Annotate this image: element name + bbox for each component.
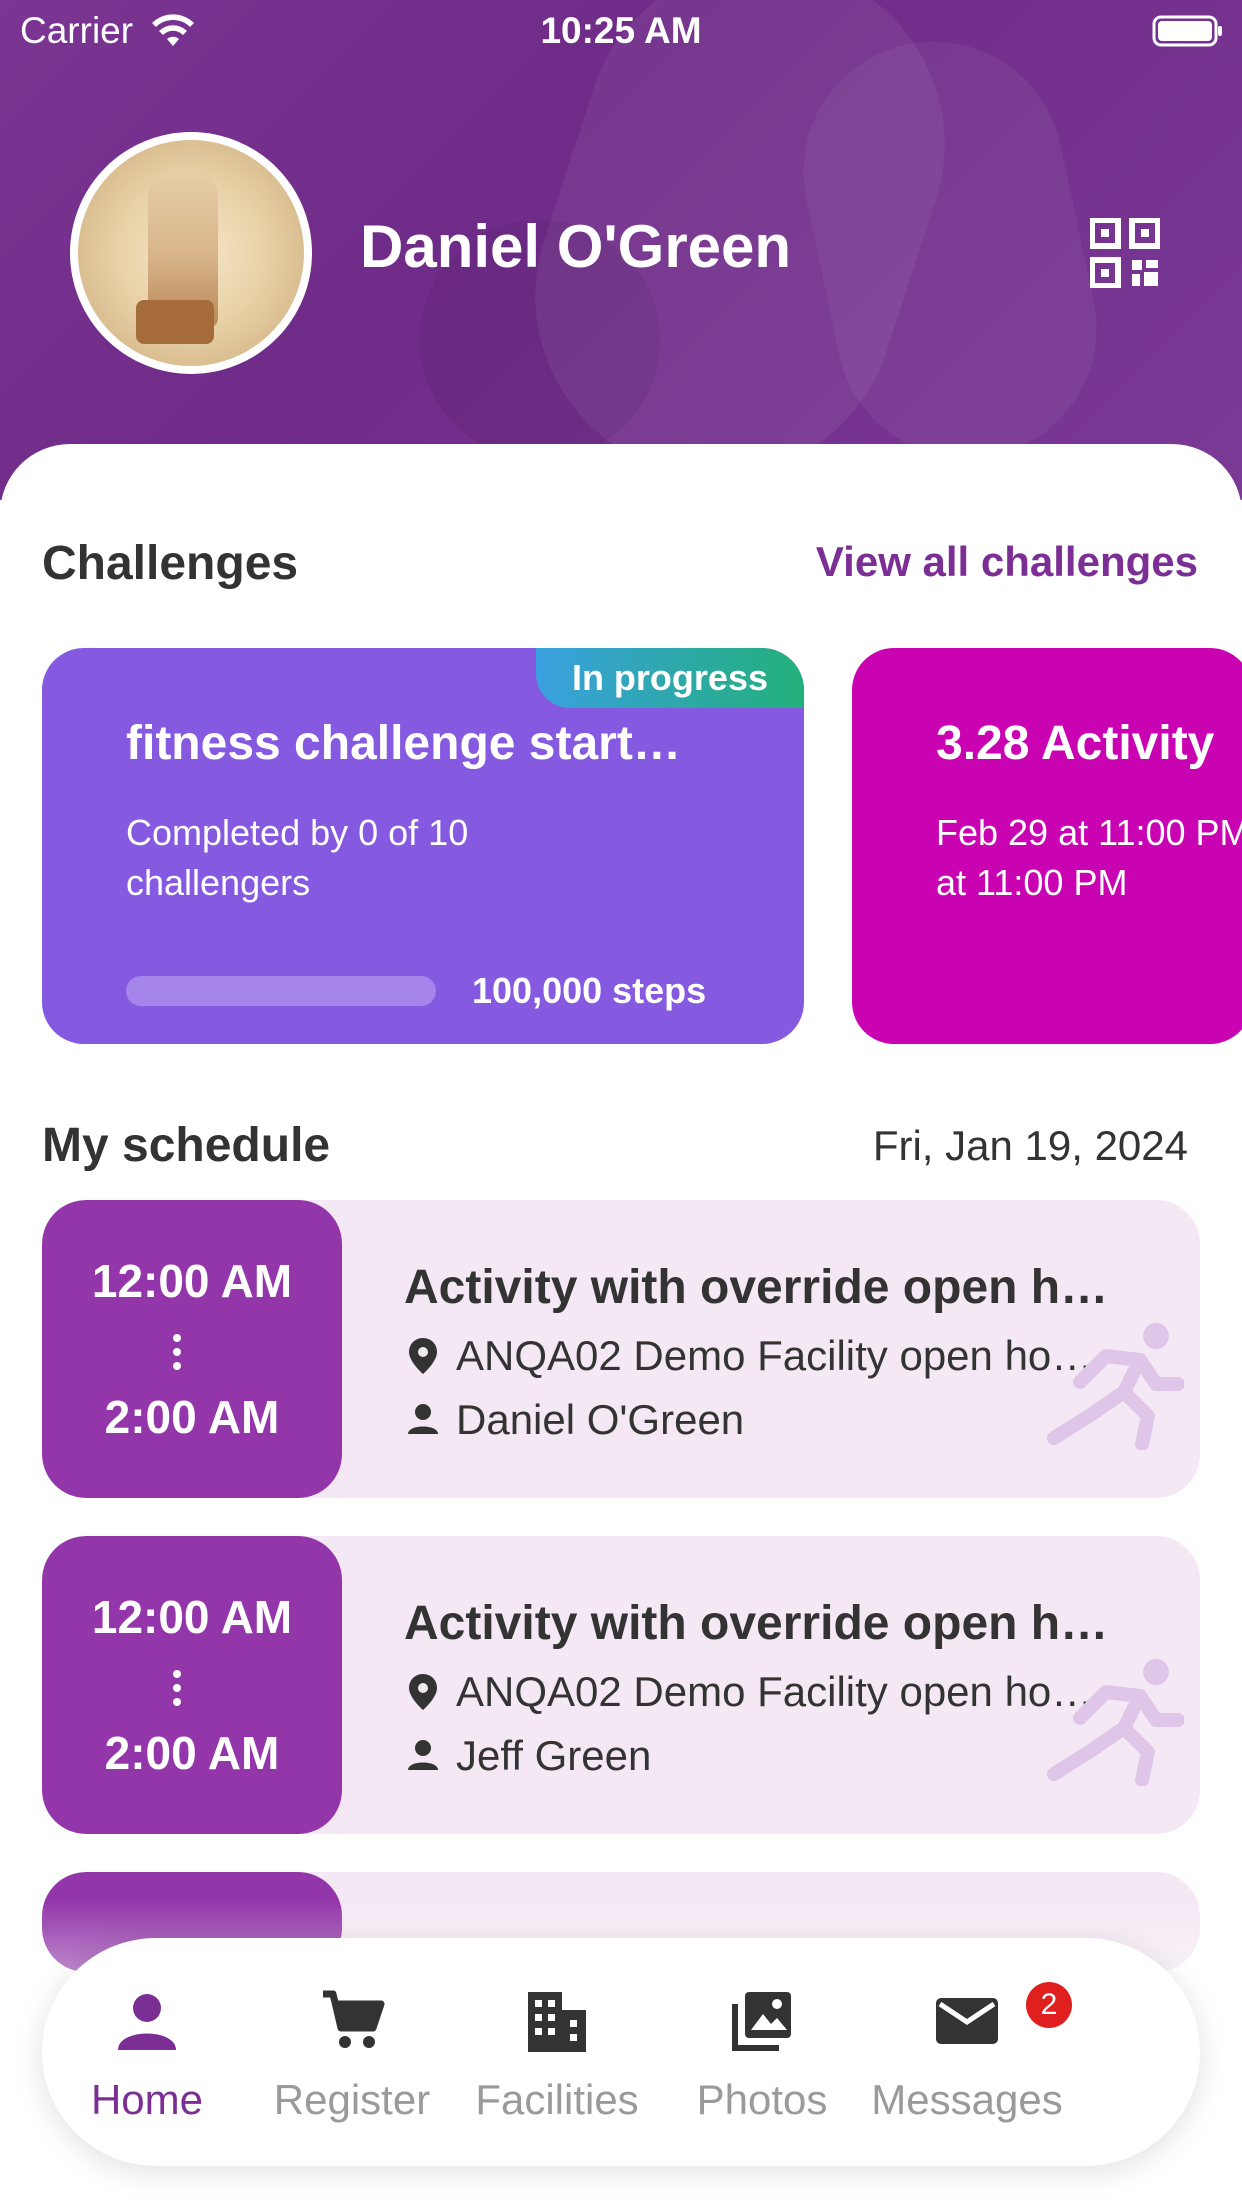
nav-photos[interactable]: Photos <box>657 1938 867 2166</box>
profile-header: Carrier 10:25 AM Daniel O'Green <box>0 0 1242 500</box>
end-time: 2:00 AM <box>104 1391 280 1443</box>
activity-person: Jeff Green <box>456 1732 652 1779</box>
time-block: 12:00 AM 2:00 AM <box>42 1536 342 1834</box>
end-time: 2:00 AM <box>104 1727 280 1779</box>
photos-icon <box>732 1992 791 2051</box>
more-vertical-icon <box>173 1670 183 1706</box>
challenge-subtitle-line: at 11:00 PM <box>936 862 1128 903</box>
mail-icon <box>936 1998 998 2044</box>
nav-register[interactable]: Register <box>247 1938 457 2166</box>
nav-messages[interactable]: Messages <box>862 1938 1072 2166</box>
nav-label: Home <box>90 2076 204 2123</box>
challenge-card[interactable]: 3.28 Activity Feb 29 at 11:00 PM at 11:0… <box>852 648 1242 1044</box>
building-icon <box>528 1992 586 2052</box>
nav-home[interactable]: Home <box>42 1938 252 2166</box>
person-icon <box>118 1994 176 2050</box>
view-all-challenges-link[interactable]: View all challenges <box>816 538 1198 586</box>
messages-badge: 2 <box>1026 1982 1072 2028</box>
location-pin-icon <box>409 1674 437 1710</box>
more-vertical-icon <box>173 1334 183 1370</box>
nav-label: Messages <box>871 2076 1063 2123</box>
activity-title: Activity with override open h… <box>404 1597 1109 1650</box>
schedule-item[interactable]: 12:00 AM 2:00 AM Activity with override … <box>42 1200 1200 1498</box>
challenge-card[interactable]: In progress fitness challenge start… Com… <box>42 648 804 1044</box>
activity-title: Activity with override open h… <box>404 1261 1109 1314</box>
activity-person: Daniel O'Green <box>456 1396 745 1443</box>
avatar[interactable] <box>70 132 312 374</box>
challenges-title: Challenges <box>42 537 299 590</box>
schedule-date[interactable]: Fri, Jan 19, 2024 <box>873 1122 1188 1170</box>
nav-label: Register <box>273 2076 431 2123</box>
start-time: 12:00 AM <box>91 1255 293 1307</box>
bottom-nav: Home Register Facilities Photos Messages <box>42 1938 1200 2166</box>
start-time: 12:00 AM <box>91 1591 293 1643</box>
challenge-progress-bar <box>126 976 436 1006</box>
user-name: Daniel O'Green <box>360 213 792 280</box>
challenge-subtitle: Completed by 0 of 10 challengers <box>126 812 469 903</box>
schedule-title: My schedule <box>42 1119 331 1172</box>
location-pin-icon <box>409 1338 437 1374</box>
qr-code-icon[interactable] <box>1090 218 1160 288</box>
battery-icon <box>1152 15 1222 47</box>
person-icon <box>408 1404 438 1434</box>
challenge-subtitle-line: Feb 29 at 11:00 PM <box>936 812 1242 853</box>
challenge-goal: 100,000 steps <box>472 970 707 1011</box>
nav-label: Photos <box>696 2076 828 2123</box>
clock: 10:25 AM <box>540 10 702 51</box>
cart-icon <box>323 1990 385 2048</box>
running-icon <box>1047 1323 1184 1450</box>
schedule-item[interactable]: 12:00 AM 2:00 AM Activity with override … <box>42 1536 1200 1834</box>
status-badge: In progress <box>535 648 804 708</box>
status-bar: Carrier 10:25 AM <box>0 0 1242 62</box>
challenge-title: fitness challenge start… <box>126 717 681 770</box>
challenge-title: 3.28 Activity <box>936 717 1215 770</box>
time-block: 12:00 AM 2:00 AM <box>42 1200 342 1498</box>
person-icon <box>408 1740 438 1770</box>
running-icon <box>1047 1659 1184 1786</box>
challenge-subtitle: Feb 29 at 11:00 PM at 11:00 PM <box>936 808 1242 908</box>
nav-label: Facilities <box>475 2076 639 2123</box>
nav-facilities[interactable]: Facilities <box>452 1938 662 2166</box>
